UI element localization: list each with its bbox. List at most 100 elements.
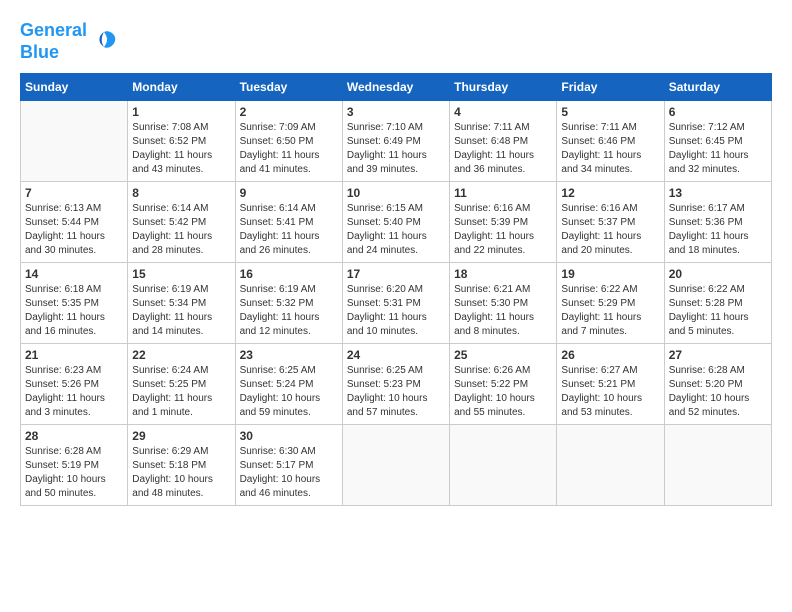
day-info: Sunrise: 7:09 AM Sunset: 6:50 PM Dayligh…: [240, 121, 338, 177]
logo: General Blue: [20, 20, 119, 63]
day-number: 10: [347, 186, 445, 200]
calendar-cell: 5Sunrise: 7:11 AM Sunset: 6:46 PM Daylig…: [557, 101, 664, 182]
day-info: Sunrise: 6:22 AM Sunset: 5:28 PM Dayligh…: [669, 283, 767, 339]
day-number: 15: [132, 267, 230, 281]
day-number: 8: [132, 186, 230, 200]
day-number: 11: [454, 186, 552, 200]
calendar-cell: 22Sunrise: 6:24 AM Sunset: 5:25 PM Dayli…: [128, 344, 235, 425]
calendar-cell: 17Sunrise: 6:20 AM Sunset: 5:31 PM Dayli…: [342, 263, 449, 344]
calendar-cell: 10 Sunrise: 6:15 AM Sunset: 5:40 PM Dayli…: [342, 182, 449, 263]
day-number: 20: [669, 267, 767, 281]
day-number: 16: [240, 267, 338, 281]
weekday-header: Saturday: [664, 74, 771, 101]
day-number: 17: [347, 267, 445, 281]
calendar-cell: [557, 425, 664, 506]
calendar-cell: 6 Sunrise: 7:12 AM Sunset: 6:45 PM Daylig…: [664, 101, 771, 182]
day-number: 30: [240, 429, 338, 443]
day-number: 18: [454, 267, 552, 281]
calendar-week-row: 28 Sunrise: 6:28 AM Sunset: 5:19 PM Dayli…: [21, 425, 772, 506]
calendar-cell: 1Sunrise: 7:08 AM Sunset: 6:52 PM Daylig…: [128, 101, 235, 182]
day-info: Sunrise: 6:15 AM Sunset: 5:40 PM Dayligh…: [347, 202, 445, 258]
calendar-cell: 20 Sunrise: 6:22 AM Sunset: 5:28 PM Dayli…: [664, 263, 771, 344]
day-number: 2: [240, 105, 338, 119]
calendar-cell: 3 Sunrise: 7:10 AM Sunset: 6:49 PM Daylig…: [342, 101, 449, 182]
calendar-week-row: 1Sunrise: 7:08 AM Sunset: 6:52 PM Daylig…: [21, 101, 772, 182]
day-info: Sunrise: 6:27 AM Sunset: 5:21 PM Dayligh…: [561, 364, 659, 420]
day-number: 4: [454, 105, 552, 119]
calendar-cell: 15 Sunrise: 6:19 AM Sunset: 5:34 PM Dayli…: [128, 263, 235, 344]
day-info: Sunrise: 6:25 AM Sunset: 5:24 PM Dayligh…: [240, 364, 338, 420]
calendar-cell: 29Sunrise: 6:29 AM Sunset: 5:18 PM Dayli…: [128, 425, 235, 506]
calendar-week-row: 21 Sunrise: 6:23 AM Sunset: 5:26 PM Dayli…: [21, 344, 772, 425]
calendar-cell: 23 Sunrise: 6:25 AM Sunset: 5:24 PM Dayli…: [235, 344, 342, 425]
day-info: Sunrise: 6:23 AM Sunset: 5:26 PM Dayligh…: [25, 364, 123, 420]
day-info: Sunrise: 7:12 AM Sunset: 6:45 PM Dayligh…: [669, 121, 767, 177]
calendar-cell: 14 Sunrise: 6:18 AM Sunset: 5:35 PM Dayli…: [21, 263, 128, 344]
day-number: 12: [561, 186, 659, 200]
calendar-cell: 28 Sunrise: 6:28 AM Sunset: 5:19 PM Dayli…: [21, 425, 128, 506]
day-info: Sunrise: 7:11 AM Sunset: 6:48 PM Dayligh…: [454, 121, 552, 177]
day-number: 19: [561, 267, 659, 281]
calendar-cell: 8 Sunrise: 6:14 AM Sunset: 5:42 PM Daylig…: [128, 182, 235, 263]
day-number: 22: [132, 348, 230, 362]
day-info: Sunrise: 6:14 AM Sunset: 5:42 PM Dayligh…: [132, 202, 230, 258]
day-number: 27: [669, 348, 767, 362]
day-info: Sunrise: 6:29 AM Sunset: 5:18 PM Dayligh…: [132, 445, 230, 501]
calendar-cell: 13Sunrise: 6:17 AM Sunset: 5:36 PM Dayli…: [664, 182, 771, 263]
calendar-cell: 2 Sunrise: 7:09 AM Sunset: 6:50 PM Daylig…: [235, 101, 342, 182]
weekday-header: Sunday: [21, 74, 128, 101]
calendar-cell: 11 Sunrise: 6:16 AM Sunset: 5:39 PM Dayli…: [450, 182, 557, 263]
day-info: Sunrise: 6:19 AM Sunset: 5:34 PM Dayligh…: [132, 283, 230, 339]
calendar-cell: 24 Sunrise: 6:25 AM Sunset: 5:23 PM Dayli…: [342, 344, 449, 425]
weekday-header: Tuesday: [235, 74, 342, 101]
day-info: Sunrise: 6:28 AM Sunset: 5:19 PM Dayligh…: [25, 445, 123, 501]
calendar-cell: [342, 425, 449, 506]
weekday-header-row: SundayMondayTuesdayWednesdayThursdayFrid…: [21, 74, 772, 101]
day-info: Sunrise: 6:14 AM Sunset: 5:41 PM Dayligh…: [240, 202, 338, 258]
calendar-cell: 16 Sunrise: 6:19 AM Sunset: 5:32 PM Dayli…: [235, 263, 342, 344]
calendar-cell: 4 Sunrise: 7:11 AM Sunset: 6:48 PM Daylig…: [450, 101, 557, 182]
calendar-cell: [664, 425, 771, 506]
day-info: Sunrise: 6:26 AM Sunset: 5:22 PM Dayligh…: [454, 364, 552, 420]
day-info: Sunrise: 6:19 AM Sunset: 5:32 PM Dayligh…: [240, 283, 338, 339]
day-info: Sunrise: 7:10 AM Sunset: 6:49 PM Dayligh…: [347, 121, 445, 177]
weekday-header: Thursday: [450, 74, 557, 101]
day-number: 6: [669, 105, 767, 119]
calendar-cell: 7Sunrise: 6:13 AM Sunset: 5:44 PM Daylig…: [21, 182, 128, 263]
calendar-week-row: 7Sunrise: 6:13 AM Sunset: 5:44 PM Daylig…: [21, 182, 772, 263]
calendar-cell: 25 Sunrise: 6:26 AM Sunset: 5:22 PM Dayli…: [450, 344, 557, 425]
calendar-cell: 18 Sunrise: 6:21 AM Sunset: 5:30 PM Dayli…: [450, 263, 557, 344]
calendar-cell: 26 Sunrise: 6:27 AM Sunset: 5:21 PM Dayli…: [557, 344, 664, 425]
day-number: 3: [347, 105, 445, 119]
day-number: 7: [25, 186, 123, 200]
calendar-cell: 9 Sunrise: 6:14 AM Sunset: 5:41 PM Daylig…: [235, 182, 342, 263]
day-number: 24: [347, 348, 445, 362]
day-info: Sunrise: 7:11 AM Sunset: 6:46 PM Dayligh…: [561, 121, 659, 177]
logo-text: General Blue: [20, 20, 87, 63]
day-info: Sunrise: 6:16 AM Sunset: 5:39 PM Dayligh…: [454, 202, 552, 258]
calendar-cell: 19Sunrise: 6:22 AM Sunset: 5:29 PM Dayli…: [557, 263, 664, 344]
day-number: 28: [25, 429, 123, 443]
day-number: 13: [669, 186, 767, 200]
day-number: 21: [25, 348, 123, 362]
day-info: Sunrise: 6:21 AM Sunset: 5:30 PM Dayligh…: [454, 283, 552, 339]
day-number: 26: [561, 348, 659, 362]
calendar-week-row: 14 Sunrise: 6:18 AM Sunset: 5:35 PM Dayli…: [21, 263, 772, 344]
day-info: Sunrise: 6:28 AM Sunset: 5:20 PM Dayligh…: [669, 364, 767, 420]
day-number: 23: [240, 348, 338, 362]
weekday-header: Monday: [128, 74, 235, 101]
page-header: General Blue: [20, 20, 772, 63]
calendar-cell: 12Sunrise: 6:16 AM Sunset: 5:37 PM Dayli…: [557, 182, 664, 263]
calendar-cell: 21 Sunrise: 6:23 AM Sunset: 5:26 PM Dayli…: [21, 344, 128, 425]
day-info: Sunrise: 6:25 AM Sunset: 5:23 PM Dayligh…: [347, 364, 445, 420]
calendar-cell: [21, 101, 128, 182]
day-number: 9: [240, 186, 338, 200]
day-info: Sunrise: 7:08 AM Sunset: 6:52 PM Dayligh…: [132, 121, 230, 177]
day-info: Sunrise: 6:18 AM Sunset: 5:35 PM Dayligh…: [25, 283, 123, 339]
calendar-cell: 27 Sunrise: 6:28 AM Sunset: 5:20 PM Dayli…: [664, 344, 771, 425]
day-number: 25: [454, 348, 552, 362]
weekday-header: Friday: [557, 74, 664, 101]
calendar-table: SundayMondayTuesdayWednesdayThursdayFrid…: [20, 73, 772, 506]
day-number: 14: [25, 267, 123, 281]
day-info: Sunrise: 6:30 AM Sunset: 5:17 PM Dayligh…: [240, 445, 338, 501]
